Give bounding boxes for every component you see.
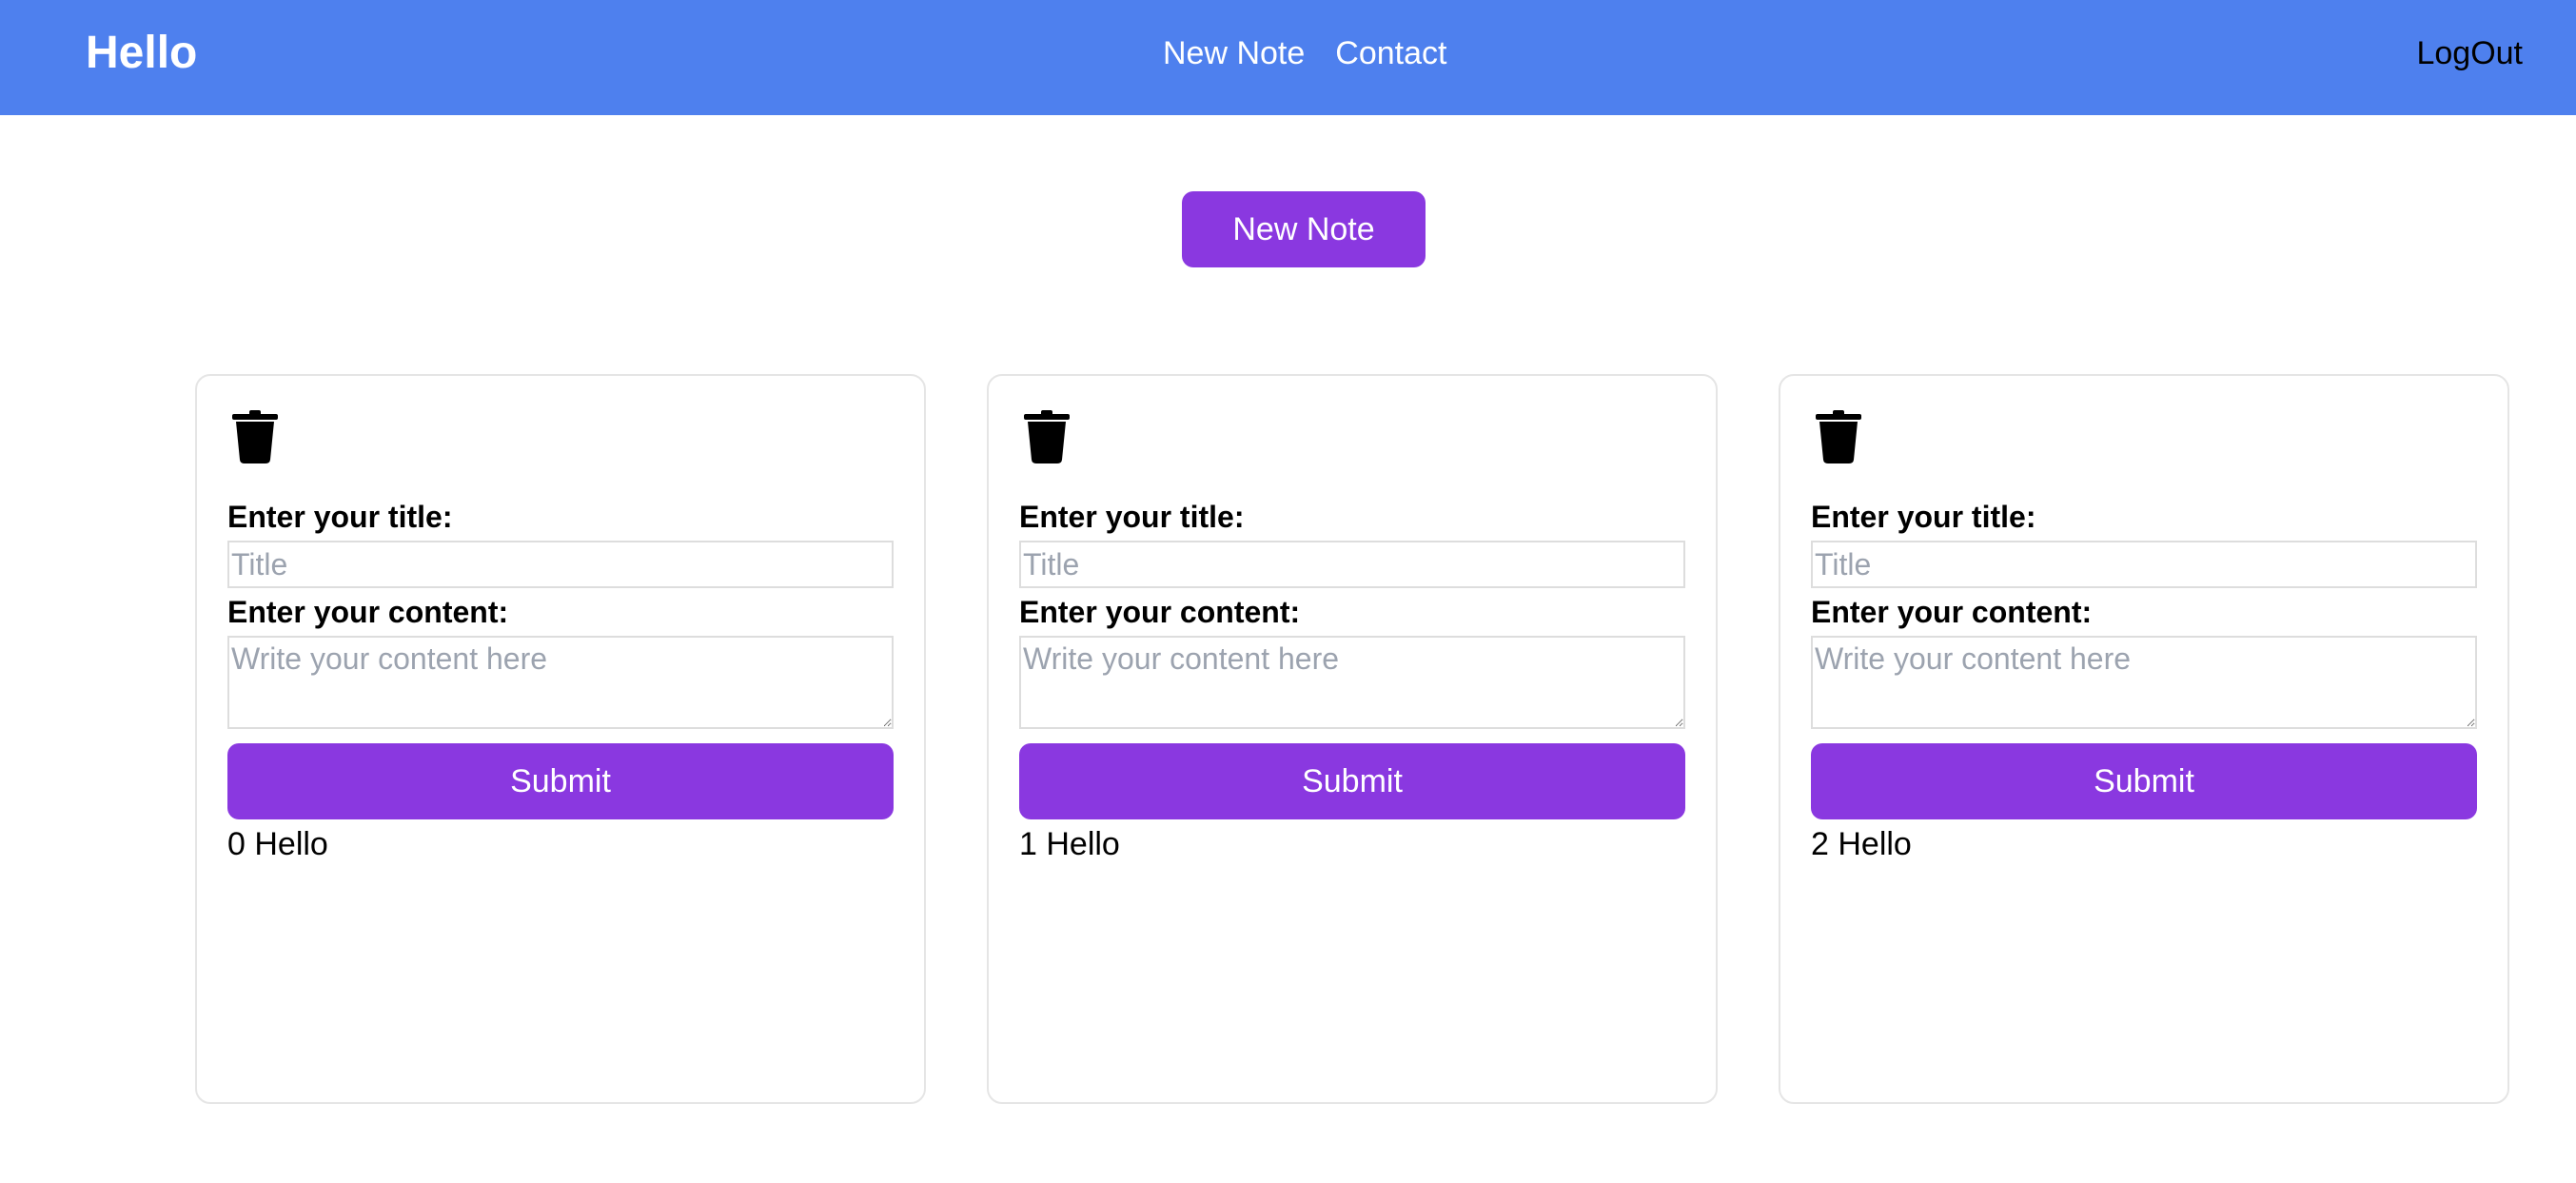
title-label: Enter your title:	[227, 500, 453, 534]
content-textarea[interactable]	[1019, 636, 1685, 729]
brand-logo[interactable]: Hello	[86, 25, 197, 82]
title-input[interactable]	[1019, 541, 1685, 588]
note-card: Enter your title: Enter your content: Su…	[987, 374, 1718, 1104]
note-card: Enter your title: Enter your content: Su…	[195, 374, 926, 1104]
submit-button[interactable]: Submit	[227, 743, 894, 819]
note-card: Enter your title: Enter your content: Su…	[1779, 374, 2509, 1104]
note-text: 2 Hello	[1811, 826, 1912, 862]
logout-link[interactable]: LogOut	[2416, 32, 2523, 74]
nav-links: New Note Contact	[1163, 32, 1446, 74]
trash-icon[interactable]	[231, 410, 279, 463]
title-input[interactable]	[1811, 541, 2477, 588]
content-label: Enter your content:	[1811, 595, 2093, 629]
note-text: 0 Hello	[227, 826, 328, 862]
note-text: 1 Hello	[1019, 826, 1120, 862]
title-input[interactable]	[227, 541, 894, 588]
trash-icon[interactable]	[1815, 410, 1862, 463]
content-textarea[interactable]	[1811, 636, 2477, 729]
nav-link-contact[interactable]: Contact	[1335, 32, 1446, 74]
submit-button[interactable]: Submit	[1811, 743, 2477, 819]
trash-icon[interactable]	[1023, 410, 1071, 463]
new-note-button[interactable]: New Note	[1182, 191, 1426, 267]
title-label: Enter your title:	[1811, 500, 2036, 534]
title-label: Enter your title:	[1019, 500, 1245, 534]
submit-button[interactable]: Submit	[1019, 743, 1685, 819]
nav-link-new-note[interactable]: New Note	[1163, 32, 1305, 74]
navbar: Hello New Note Contact LogOut	[0, 0, 2576, 115]
content-label: Enter your content:	[1019, 595, 1301, 629]
content-textarea[interactable]	[227, 636, 894, 729]
content-label: Enter your content:	[227, 595, 509, 629]
